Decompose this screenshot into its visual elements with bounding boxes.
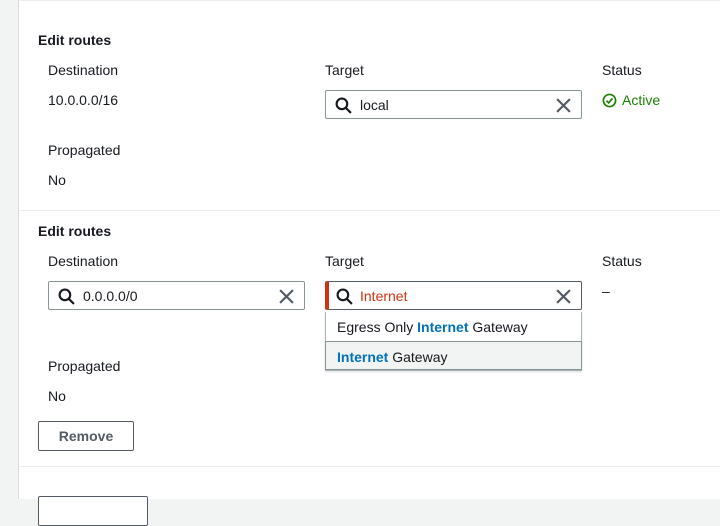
route-2-destination-label: Destination	[48, 253, 119, 269]
section-divider	[18, 466, 720, 467]
route-1-target-value: local	[360, 97, 389, 113]
route-1-target-label: Target	[325, 62, 364, 78]
route-1-target-input[interactable]: local	[325, 90, 582, 119]
route-2-destination-value: 0.0.0.0/0	[83, 288, 138, 304]
remove-button[interactable]: Remove	[38, 421, 134, 451]
route-1-destination-value: 10.0.0.0/16	[48, 92, 119, 108]
route-1-propagated-label: Propagated	[48, 142, 121, 158]
route-2-destination-input[interactable]: 0.0.0.0/0	[48, 281, 305, 310]
match-highlight: Internet	[337, 349, 389, 365]
search-icon	[58, 288, 75, 305]
status-positive-icon	[602, 93, 617, 108]
route-2-status-value: –	[602, 283, 610, 299]
clear-icon[interactable]	[279, 289, 294, 304]
search-icon	[336, 288, 353, 305]
clear-icon[interactable]	[556, 289, 571, 304]
clear-icon[interactable]	[556, 98, 571, 113]
target-dropdown: Egress Only Internet Gateway Internet Ga…	[325, 312, 582, 371]
route-2-title: Edit routes	[38, 223, 112, 239]
route-2-target-value: Internet	[360, 288, 408, 304]
route-1-propagated-value: No	[48, 172, 66, 188]
route-1-destination-label: Destination	[48, 62, 119, 78]
section-divider	[18, 210, 720, 211]
route-2-propagated-label: Propagated	[48, 358, 121, 374]
match-highlight: Internet	[417, 319, 469, 335]
route-2-propagated-value: No	[48, 388, 66, 404]
dropdown-option-internet-gateway[interactable]: Internet Gateway	[325, 341, 582, 370]
route-1-title: Edit routes	[38, 32, 112, 48]
route-2-status-label: Status	[602, 253, 642, 269]
search-icon	[335, 97, 352, 114]
route-2-target-label: Target	[325, 253, 364, 269]
route-1-status-value: Active	[622, 92, 661, 108]
route-1-status-label: Status	[602, 62, 642, 78]
add-route-button[interactable]	[38, 496, 148, 526]
route-2-target-input[interactable]: Internet	[325, 281, 582, 310]
dropdown-option-egress-only-internet-gateway[interactable]: Egress Only Internet Gateway	[326, 312, 581, 341]
